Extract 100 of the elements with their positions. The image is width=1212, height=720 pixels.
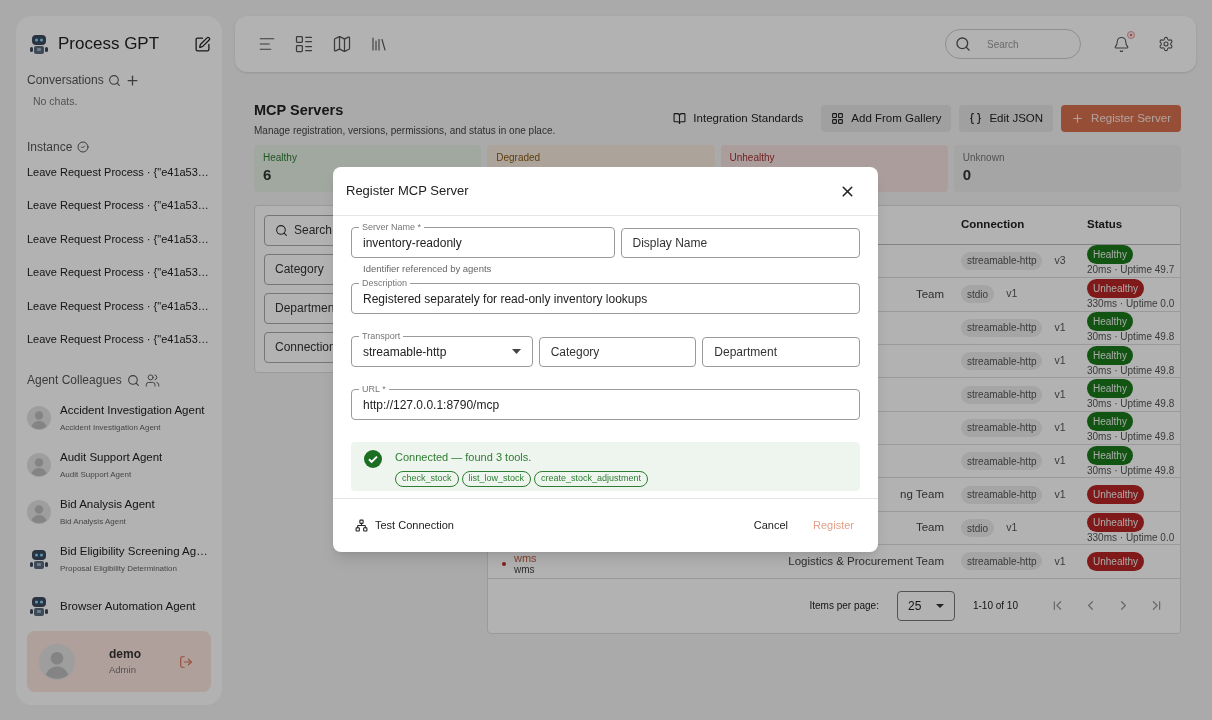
plus-icon[interactable] <box>124 72 140 88</box>
robot-icon <box>27 32 51 56</box>
search-field[interactable]: Search <box>945 29 1081 59</box>
version-text: v1 <box>1054 386 1066 402</box>
instance-item[interactable]: Leave Request Process · {"e41a53… <box>27 329 209 350</box>
select-field[interactable]: Transport streamable-http <box>351 331 533 368</box>
input-field[interactable]: URL * http://127.0.0.1:8790/mcp <box>351 384 860 421</box>
braces-icon <box>969 112 983 125</box>
stat-label: Unhealthy <box>729 151 775 163</box>
result-message: Connected — found 3 tools. <box>395 450 533 466</box>
avatar-icon <box>27 500 51 525</box>
stat-value: 0 <box>962 165 972 184</box>
edit-icon[interactable] <box>194 35 211 53</box>
agent-name[interactable]: Bid Eligibility Screening Ag… <box>60 543 208 561</box>
agent-role: Accident Investigation Agent <box>60 422 162 435</box>
agent-role: Proposal Eligibility Determination <box>60 563 178 576</box>
search-icon <box>275 223 288 237</box>
input-field[interactable]: Department <box>702 337 860 368</box>
instance-item[interactable]: Leave Request Process · {"e41a53… <box>27 195 209 216</box>
section-heading: Conversations <box>27 72 104 89</box>
status-detail: 30ms · Uptime 49.8 <box>1087 331 1175 344</box>
department-text: Team <box>915 520 944 536</box>
status-badge: Unhealthy <box>1087 278 1145 298</box>
connection-chip: streamable-http <box>961 318 1043 337</box>
dialog-title: Register MCP Server <box>346 182 469 201</box>
search-icon <box>955 36 971 52</box>
avatar-icon <box>27 406 51 431</box>
grid-icon <box>831 112 845 125</box>
status-badge: Healthy <box>1087 345 1133 365</box>
list-icon[interactable] <box>294 34 314 54</box>
section-heading: Instance <box>27 138 73 156</box>
stat-label: Healthy <box>263 151 297 163</box>
book-icon <box>673 112 687 125</box>
connection-chip: streamable-http <box>961 251 1043 270</box>
column-header: Status <box>1087 217 1124 233</box>
connection-chip: streamable-http <box>961 452 1043 471</box>
department-text: Logistics & Procurement Team <box>788 553 944 569</box>
department-text: ng Team <box>900 487 944 503</box>
version-text: v1 <box>1054 453 1066 469</box>
agent-name[interactable]: Accident Investigation Agent <box>60 402 205 420</box>
agent-name[interactable]: Audit Support Agent <box>60 449 163 467</box>
agent-name[interactable]: Browser Automation Agent <box>60 597 196 615</box>
instance-item[interactable]: Leave Request Process · {"e41a53… <box>27 161 209 182</box>
version-text: v1 <box>1054 486 1066 502</box>
status-badge: Healthy <box>1087 245 1133 265</box>
library-icon[interactable] <box>370 35 388 53</box>
toolbar-button[interactable]: Integration Standards <box>663 105 814 132</box>
status-badge: Unhealthy <box>1087 551 1145 571</box>
connection-chip: stdio <box>961 285 995 304</box>
map-icon[interactable] <box>332 34 352 54</box>
menu-icon[interactable] <box>258 35 276 53</box>
version-text: v1 <box>1006 520 1018 536</box>
search-icon[interactable] <box>107 73 121 87</box>
stat-value: 6 <box>263 165 272 184</box>
instance-item[interactable]: Leave Request Process · {"e41a53… <box>27 262 209 283</box>
server-name[interactable]: wms <box>514 551 537 564</box>
robot-icon <box>27 594 51 619</box>
input-field[interactable]: Display Name <box>620 228 860 258</box>
page-size-select[interactable]: 25 <box>896 590 955 621</box>
status-detail: 30ms · Uptime 49.8 <box>1087 464 1175 477</box>
status-badge: Unhealthy <box>1087 512 1145 532</box>
cancel-button[interactable]: Cancel <box>753 517 789 534</box>
version-text: v1 <box>1054 420 1066 435</box>
page-subtitle: Manage registration, versions, permissions, and status in one place. <box>254 123 556 138</box>
connection-chip: streamable-http <box>961 485 1043 504</box>
search-icon[interactable] <box>126 373 140 387</box>
robot-icon <box>27 547 51 572</box>
status-detail: 30ms · Uptime 49.8 <box>1087 431 1175 444</box>
status-detail: 330ms · Uptime 0.0 <box>1087 531 1175 544</box>
status-detail: 30ms · Uptime 49.8 <box>1087 364 1175 377</box>
app-title: Process GPT <box>58 33 161 56</box>
toolbar-button[interactable]: Edit JSON <box>959 105 1054 132</box>
version-text: v1 <box>1054 319 1066 335</box>
version-text: v1 <box>1054 353 1066 369</box>
user-name: demo <box>109 646 142 664</box>
instance-item[interactable]: Leave Request Process · {"e41a53… <box>27 228 209 249</box>
user-role: Admin <box>109 663 137 678</box>
settings-icon[interactable] <box>1158 36 1174 52</box>
status-badge: Unhealthy <box>1087 485 1145 505</box>
input-field[interactable]: Server Name * inventory-readonly <box>351 222 615 258</box>
agent-name[interactable]: Bid Analysis Agent <box>60 496 155 514</box>
pagination-range: 1-10 of 10 <box>972 599 1018 614</box>
caret-icon <box>511 349 521 355</box>
bell-icon[interactable] <box>1113 35 1130 53</box>
connection-chip: streamable-http <box>961 418 1043 437</box>
status-badge: Healthy <box>1087 379 1133 398</box>
users-icon[interactable] <box>144 372 160 388</box>
column-header: Connection <box>961 217 1026 233</box>
network-icon <box>355 519 368 532</box>
version-text: v1 <box>1054 553 1066 569</box>
connection-chip: stdio <box>961 519 995 538</box>
agent-role: Audit Support Agent <box>60 469 133 482</box>
toolbar-button[interactable]: Add From Gallery <box>821 105 952 132</box>
page-title: MCP Servers <box>254 101 345 120</box>
connection-chip: streamable-http <box>961 552 1043 571</box>
stat-label: Degraded <box>496 151 541 163</box>
input-field[interactable]: Category <box>538 337 697 368</box>
test-connection-button[interactable]: Test Connection <box>355 517 454 534</box>
instance-item[interactable]: Leave Request Process · {"e41a53… <box>27 295 209 316</box>
input-field[interactable]: Description Registered separately for read-only inventory lookups <box>351 278 860 315</box>
